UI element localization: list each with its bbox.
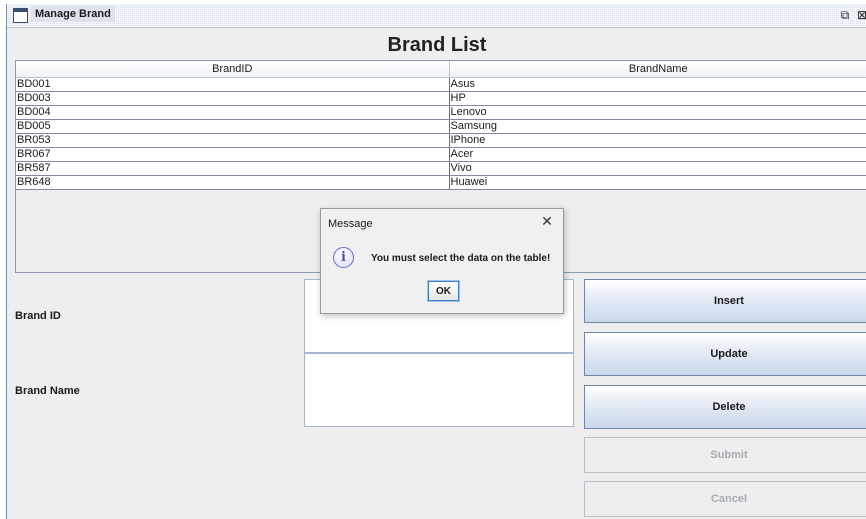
delete-button[interactable]: Delete <box>584 385 866 429</box>
cell-brand-id[interactable]: BR648 <box>16 175 450 190</box>
maximize-icon[interactable]: ⧉ <box>838 8 852 22</box>
cell-brand-id[interactable]: BR067 <box>16 147 450 162</box>
table-row[interactable]: BD005 Samsung <box>16 119 866 134</box>
brand-id-label: Brand ID <box>15 310 61 322</box>
cell-brand-name[interactable]: Vivo <box>449 161 866 176</box>
brand-name-field[interactable] <box>304 353 574 427</box>
table-row[interactable]: BD001 Asus <box>16 77 866 92</box>
cell-brand-id[interactable]: BD001 <box>16 77 450 92</box>
dialog-message: You must select the data on the table! <box>371 253 551 264</box>
ok-button[interactable]: OK <box>427 280 460 302</box>
cell-brand-id[interactable]: BD004 <box>16 105 450 120</box>
cell-brand-id[interactable]: BR053 <box>16 133 450 148</box>
window-icon <box>13 8 28 23</box>
cell-brand-name[interactable]: Asus <box>449 77 866 92</box>
brand-name-label: Brand Name <box>15 385 80 397</box>
table-row[interactable]: BR053 IPhone <box>16 133 866 148</box>
title-bar[interactable]: Manage Brand ⧉ ⊠ <box>7 4 866 28</box>
close-icon[interactable]: ⊠ <box>855 8 866 22</box>
cell-brand-id[interactable]: BD005 <box>16 119 450 134</box>
update-button[interactable]: Update <box>584 332 866 376</box>
cell-brand-id[interactable]: BD003 <box>16 91 450 106</box>
page-title: Brand List <box>387 34 487 56</box>
message-dialog: Message ✕ i You must select the data on … <box>320 208 564 314</box>
cell-brand-name[interactable]: Samsung <box>449 119 866 134</box>
insert-button[interactable]: Insert <box>584 279 866 323</box>
column-header-brandid[interactable]: BrandID <box>16 61 450 78</box>
dialog-close-icon[interactable]: ✕ <box>539 213 555 231</box>
cell-brand-id[interactable]: BR587 <box>16 161 450 176</box>
dialog-title: Message <box>328 218 373 230</box>
column-header-brandname[interactable]: BrandName <box>449 61 866 78</box>
window-title: Manage Brand <box>31 6 115 22</box>
cell-brand-name[interactable]: Huawei <box>449 175 866 190</box>
cell-brand-name[interactable]: Acer <box>449 147 866 162</box>
cell-brand-name[interactable]: IPhone <box>449 133 866 148</box>
information-icon: i <box>333 247 354 268</box>
table-row[interactable]: BR067 Acer <box>16 147 866 162</box>
cancel-button[interactable]: Cancel <box>584 481 866 517</box>
table-row[interactable]: BD003 HP <box>16 91 866 106</box>
cell-brand-name[interactable]: Lenovo <box>449 105 866 120</box>
submit-button[interactable]: Submit <box>584 437 866 473</box>
table-row[interactable]: BD004 Lenovo <box>16 105 866 120</box>
table-row[interactable]: BR648 Huawei <box>16 175 866 190</box>
table-row[interactable]: BR587 Vivo <box>16 161 866 176</box>
cell-brand-name[interactable]: HP <box>449 91 866 106</box>
